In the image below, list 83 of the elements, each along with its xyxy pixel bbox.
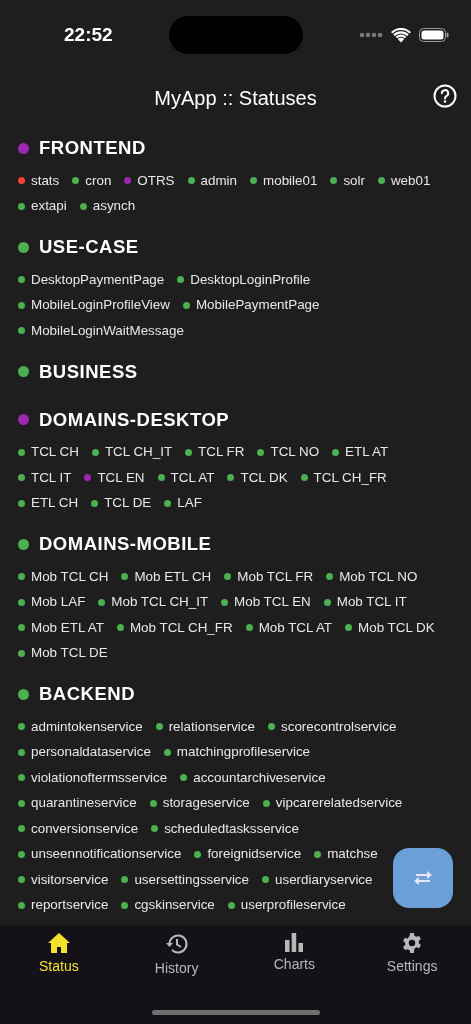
service-name: TCL CH (31, 443, 79, 462)
service-name: TCL IT (31, 468, 72, 487)
service-name: Mob ETL CH (134, 567, 212, 586)
service-name: solr (343, 171, 365, 190)
swap-arrows-icon (413, 870, 433, 886)
service-name: vipcarerelatedservice (275, 794, 403, 813)
section-title: DOMAINS-DESKTOP (39, 407, 230, 432)
service-name: reportservice (31, 896, 109, 915)
service-name: extapi (31, 197, 67, 216)
service-name: Mob TCL EN (234, 593, 311, 612)
service-name: matchse (327, 845, 378, 864)
section-title: BUSINESS (39, 359, 138, 384)
section-title: FRONTEND (39, 136, 146, 161)
swap-button[interactable] (393, 848, 453, 908)
service-name: stats (31, 171, 60, 190)
service-name: quarantineservice (31, 794, 137, 813)
service-name: accountarchiveservice (193, 768, 326, 787)
service-name: userdiaryservice (275, 870, 373, 889)
service-name: foreignidservice (207, 845, 302, 864)
service-name: Mob TCL CH (31, 567, 109, 586)
service-name: TCL CH_FR (313, 468, 387, 487)
signal-icon (359, 32, 383, 38)
service-name: Mob TCL CH_FR (129, 618, 233, 637)
service-name: Mob TCL DE (31, 644, 108, 663)
service-name: TCL NO (270, 443, 320, 462)
service-name: MobileLoginWaitMessage (31, 321, 184, 340)
service-name: web01 (390, 171, 431, 190)
history-icon (164, 932, 189, 956)
service-name: TCL EN (97, 468, 145, 487)
service-name: unseennotificationservice (31, 845, 182, 864)
service-name: MobileLoginProfileView (31, 296, 170, 315)
section-title: BACKEND (39, 682, 135, 707)
service-name: ETL CH (31, 494, 79, 513)
tab-item[interactable]: Status (0, 931, 118, 981)
service-name: OTRS (137, 171, 175, 190)
help-button[interactable] (433, 84, 457, 108)
service-name: usersettingsservice (134, 870, 249, 889)
bar-chart-icon (284, 932, 305, 952)
service-name: Mob TCL IT (336, 593, 407, 612)
service-name: LAF (177, 494, 202, 513)
service-name: DesktopLoginProfile (190, 270, 311, 289)
home-icon (46, 932, 71, 954)
service-name: Mob TCL FR (237, 567, 314, 586)
service-name: conversionservice (31, 819, 139, 838)
service-name: relationservice (168, 717, 255, 736)
tab-item[interactable]: Settings (353, 931, 471, 981)
service-name: Mob TCL NO (339, 567, 418, 586)
page-title: MyApp :: Statuses (154, 85, 317, 111)
service-name: visitorservice (31, 870, 109, 889)
service-name: ETL AT (345, 443, 389, 462)
section-title: DOMAINS-MOBILE (39, 532, 212, 557)
service-name: violationoftermsservice (31, 768, 168, 787)
service-name: admin (200, 171, 238, 190)
service-name: cron (85, 171, 112, 190)
service-name: Mob ETL AT (31, 618, 104, 637)
service-name: TCL AT (170, 468, 215, 487)
service-name: scheduledtasksservice (164, 819, 299, 838)
service-name: admintokenservice (31, 717, 143, 736)
service-name: storageservice (162, 794, 250, 813)
tab-item[interactable]: History (117, 931, 236, 981)
service-name: mobile01 (263, 171, 318, 190)
service-name: Mob TCL DK (358, 618, 435, 637)
service-name: TCL FR (198, 443, 245, 462)
service-name: MobilePaymentPage (195, 296, 320, 315)
service-name: userprofileservice (240, 896, 346, 915)
service-name: DesktopPaymentPage (31, 270, 165, 289)
clock-time: 22:52 (64, 22, 113, 47)
service-name: asynch (92, 197, 136, 216)
tab-item[interactable]: Charts (235, 931, 354, 981)
service-name: TCL DE (104, 494, 152, 513)
battery-icon (419, 28, 449, 42)
service-name: personaldataservice (31, 743, 151, 762)
service-name: cgskinservice (134, 896, 215, 915)
service-name: Mob LAF (31, 593, 86, 612)
service-name: TCL DK (240, 468, 288, 487)
settings-icon (401, 932, 424, 954)
wifi-icon (391, 27, 411, 43)
section-title: USE-CASE (39, 235, 139, 260)
service-name: matchingprofileservice (176, 743, 311, 762)
service-name: TCL CH_IT (104, 443, 173, 462)
service-name: scorecontrolservice (281, 717, 397, 736)
service-name: Mob TCL CH_IT (111, 593, 209, 612)
service-name: Mob TCL AT (258, 618, 333, 637)
